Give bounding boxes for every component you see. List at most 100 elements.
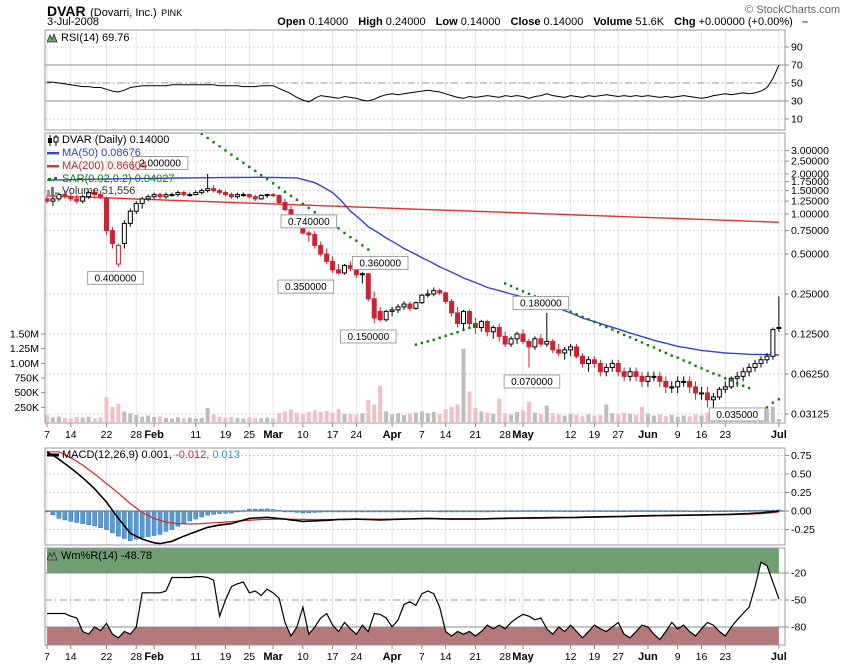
macd-histogram-bar (194, 511, 198, 519)
date-tick-label: 24 (351, 429, 363, 441)
candle-body (497, 327, 501, 336)
sar-dot (575, 313, 577, 315)
candle-body (432, 291, 436, 294)
indicator-mountain-icon (47, 551, 58, 561)
macd-histogram-bar (277, 510, 281, 511)
ma50-label: MA(50) 0.08676 (62, 147, 141, 159)
macd-histogram-bar (247, 509, 251, 511)
candle-body (604, 367, 608, 371)
macd-histogram-bar (479, 511, 483, 512)
sar-dot (641, 341, 643, 343)
date-tick-label: Jun (638, 429, 658, 441)
candle-body (586, 360, 590, 364)
candle-body (271, 195, 275, 196)
volume-bar (140, 417, 144, 422)
wmr-ytick-label: -20 (791, 568, 806, 580)
sar-dot (361, 244, 363, 246)
date-tick-label: 7 (419, 651, 425, 663)
candle-body (717, 389, 721, 397)
date-tick-label: 22 (101, 651, 113, 663)
collapse-dash-icon[interactable]: – (802, 16, 808, 28)
macd-histogram-bar (182, 511, 186, 523)
volume-bar (491, 414, 495, 422)
volume-bar (509, 414, 513, 422)
price-annotation-label: 0.035000 (716, 410, 758, 421)
volume-bar (682, 416, 686, 422)
ma200-line (47, 196, 779, 223)
candle-body (283, 203, 287, 210)
volume-bar (348, 414, 352, 422)
sar-dot (367, 248, 369, 250)
volume-bar (354, 415, 358, 422)
volume-bar (57, 416, 61, 422)
sar-legend: SAR(0.02,0.2) 0.04027 (47, 173, 175, 185)
volume-bar (533, 413, 537, 422)
candle-body (688, 381, 692, 387)
candle-body (664, 381, 668, 387)
volume-bar (116, 404, 120, 422)
macd-histogram-bar (206, 511, 210, 515)
sar-dot (653, 346, 655, 348)
volume-bar (93, 418, 97, 422)
macd-label: MACD(12,26,9) 0.001, (62, 449, 172, 461)
macd-histogram-bar (575, 511, 579, 512)
sar-dot (427, 340, 429, 342)
volume-bar (569, 414, 573, 422)
price-ytick-label: 1.00000 (791, 209, 829, 221)
date-tick-label: 28 (130, 429, 142, 441)
sar-dot (593, 321, 595, 323)
macd-histogram-bar (313, 511, 317, 512)
sar-dot (254, 170, 256, 172)
rsi-ytick-label: 10 (791, 114, 803, 126)
macd-histogram-bar (586, 511, 590, 512)
volume-bar (81, 418, 85, 422)
macd-histogram-bar (116, 511, 120, 536)
volume-bar (777, 419, 781, 422)
volume-bar (390, 414, 394, 422)
sar-dot (599, 323, 601, 325)
sar-dot (248, 166, 250, 168)
sar-dot (742, 385, 744, 387)
candle-body (485, 322, 489, 332)
macd-legend: MACD(12,26,9) 0.001, -0.012, 0.013 (47, 449, 240, 461)
volume-bar (360, 413, 364, 422)
macd-histogram-bar (682, 511, 686, 512)
macd-histogram-bar (664, 511, 668, 512)
macd-histogram-bar (741, 511, 745, 512)
price-annotation-label: 0.180000 (520, 298, 562, 309)
volume-bar (265, 418, 269, 422)
price-title-legend: DVAR (Daily) 0.14000 (47, 134, 169, 146)
sar-dot (724, 377, 726, 379)
sar-dot (242, 162, 244, 164)
volume-bar (557, 414, 561, 422)
candle-body (81, 197, 85, 201)
macd-ytick-label: 0.25 (791, 487, 812, 499)
candle-body (771, 330, 775, 357)
macd-histogram-bar (729, 511, 733, 512)
candle-body (551, 341, 555, 349)
macd-histogram-bar (301, 511, 305, 513)
volume-bar (396, 413, 400, 422)
sar-dot (766, 406, 768, 408)
volume-ytick-label: 1.50M (10, 328, 39, 340)
sar-dots-icon (47, 176, 59, 182)
macd-histogram-bar (414, 511, 418, 512)
volume-bar (592, 416, 596, 422)
sar-dot (569, 310, 571, 312)
sar-dot (272, 182, 274, 184)
candle-body (253, 197, 257, 199)
sar-dot (528, 293, 530, 295)
candle-body (539, 339, 543, 344)
volume-bar (194, 418, 198, 422)
macd-histogram-bar (289, 511, 293, 512)
date-tick-label: 25 (243, 429, 255, 441)
macd-histogram-bar (604, 511, 608, 512)
candle-body (325, 254, 329, 261)
sar-dot (450, 333, 452, 335)
candle-body (218, 191, 222, 193)
candle-body (509, 339, 513, 344)
price-annotation-label: 0.150000 (347, 332, 389, 343)
volume-bar (295, 413, 299, 422)
candle-body (670, 387, 674, 388)
sar-dot (439, 337, 441, 339)
